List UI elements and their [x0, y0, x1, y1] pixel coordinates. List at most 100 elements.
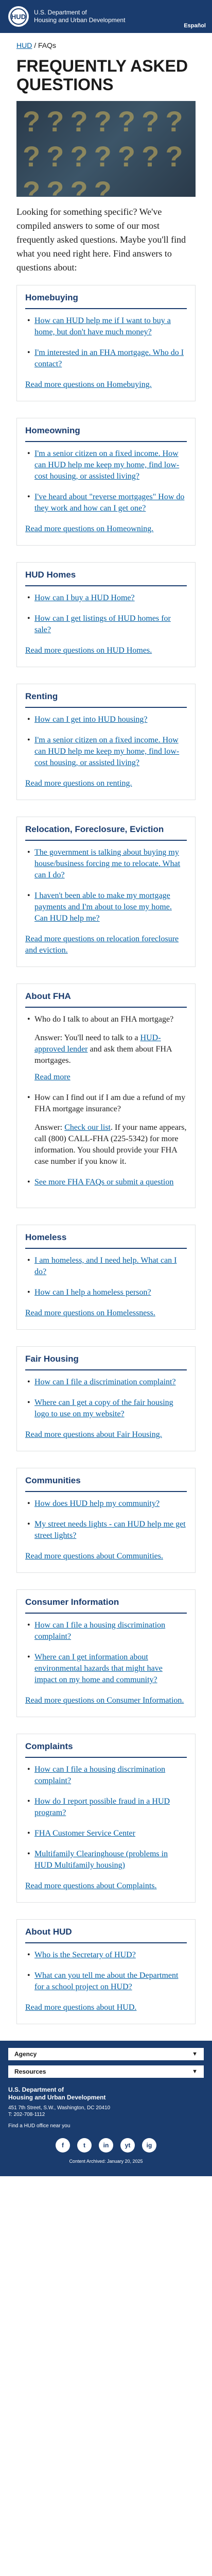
- content-archived-note: Content Archived: January 20, 2025: [69, 2159, 143, 2164]
- hud-seal-logo[interactable]: HUD: [8, 6, 29, 27]
- footer-agency-line2: Housing and Urban Development: [8, 2094, 106, 2101]
- list-item: I'm a senior citizen on a fixed income. …: [25, 735, 187, 769]
- footer-accordion-agency[interactable]: Agency ▼: [8, 2048, 204, 2060]
- linkedin-icon[interactable]: in: [99, 2138, 113, 2153]
- page-title: FREQUENTLY ASKED QUESTIONS: [16, 57, 188, 94]
- facebook-icon[interactable]: f: [56, 2138, 70, 2153]
- question-link[interactable]: How can I file a housing discrimination …: [34, 1621, 165, 1641]
- question-link[interactable]: FHA Customer Service Center: [34, 1829, 135, 1838]
- faq-card-complaints: Complaints How can I file a housing discr…: [16, 1734, 196, 1903]
- read-more-link[interactable]: Read more questions on Homebuying.: [25, 379, 187, 391]
- read-more-link[interactable]: Read more questions on HUD Homes.: [25, 645, 187, 656]
- hud-seal-text: HUD: [10, 8, 27, 25]
- twitter-icon[interactable]: t: [77, 2138, 92, 2153]
- question-link[interactable]: Who is the Secretary of HUD?: [34, 1951, 136, 1959]
- question-link[interactable]: Multifamily Clearinghouse (problems in H…: [34, 1850, 168, 1870]
- question-link[interactable]: I am homeless, and I need help. What can…: [34, 1256, 177, 1276]
- see-more-fha-faqs-link[interactable]: See more FHA FAQs or submit a question: [34, 1178, 173, 1187]
- find-office-link[interactable]: Find a HUD office near you: [8, 2123, 204, 2129]
- question-link[interactable]: How do I report possible fraud in a HUD …: [34, 1797, 170, 1817]
- read-more-link[interactable]: Read more questions on renting.: [25, 778, 187, 789]
- question-list: I am homeless, and I need help. What can…: [25, 1255, 187, 1298]
- question-link[interactable]: I've heard about "reverse mortgages" How…: [34, 493, 184, 513]
- read-more-link[interactable]: Read more: [34, 1072, 187, 1083]
- breadcrumb-home-link[interactable]: HUD: [16, 41, 32, 49]
- question-list: How does HUD help my community? My street…: [25, 1498, 187, 1541]
- question-link[interactable]: How can I get listings of HUD homes for …: [34, 614, 171, 634]
- list-item: How can I file a housing discrimination …: [25, 1620, 187, 1642]
- footer-agency-name: U.S. Department of Housing and Urban Dev…: [8, 2086, 204, 2102]
- hero-image-question-marks: ?????? ?????? ??????: [16, 101, 196, 197]
- question-link[interactable]: How can I file a housing discrimination …: [34, 1765, 165, 1785]
- question-list: How can I file a housing discrimination …: [25, 1764, 187, 1871]
- list-item: I'm interested in an FHA mortgage. Who d…: [25, 347, 187, 370]
- list-item: Who is the Secretary of HUD?: [25, 1950, 187, 1961]
- question-link[interactable]: The government is talking about buying m…: [34, 848, 180, 879]
- agency-name[interactable]: U.S. Department of Housing and Urban Dev…: [34, 9, 125, 24]
- question-list: How can I file a discrimination complain…: [25, 1377, 187, 1420]
- footer-accordion-resources[interactable]: Resources ▼: [8, 2065, 204, 2078]
- list-item: How does HUD help my community?: [25, 1498, 187, 1510]
- list-item: How can I file a discrimination complain…: [25, 1377, 187, 1388]
- chevron-down-icon: ▼: [192, 2051, 198, 2057]
- breadcrumb-separator: /: [32, 41, 39, 49]
- faq-card-title: Communities: [25, 1476, 187, 1492]
- question-link[interactable]: What can you tell me about the Departmen…: [34, 1971, 178, 1991]
- question-link[interactable]: I'm interested in an FHA mortgage. Who d…: [34, 348, 184, 368]
- question-link[interactable]: Where can I get information about enviro…: [34, 1653, 163, 1684]
- list-item: I am homeless, and I need help. What can…: [25, 1255, 187, 1278]
- list-item: See more FHA FAQs or submit a question: [25, 1177, 187, 1188]
- faq-card-title: About FHA: [25, 991, 187, 1008]
- footer-address: 451 7th Street, S.W., Washington, DC 204…: [8, 2105, 111, 2111]
- question-list: Who is the Secretary of HUD? What can you…: [25, 1950, 187, 1993]
- question-link[interactable]: I haven't been able to make my mortgage …: [34, 891, 172, 923]
- question-link[interactable]: How can HUD help me if I want to buy a h…: [34, 316, 171, 336]
- list-item: Multifamily Clearinghouse (problems in H…: [25, 1849, 187, 1871]
- question-mark-pattern: ?????? ?????? ??????: [23, 105, 183, 197]
- instagram-icon[interactable]: ig: [142, 2138, 156, 2153]
- read-more-link[interactable]: Read more questions about Communities.: [25, 1551, 187, 1562]
- site-footer: Agency ▼ Resources ▼ U.S. Department of …: [0, 2041, 212, 2176]
- read-more-link[interactable]: Read more questions on Consumer Informat…: [25, 1695, 187, 1706]
- question-list: How can I get into HUD housing? I'm a sen…: [25, 714, 187, 769]
- list-item: What can you tell me about the Departmen…: [25, 1970, 187, 1993]
- question-link[interactable]: How does HUD help my community?: [34, 1499, 160, 1508]
- list-item: How can I help a homeless person?: [25, 1287, 187, 1298]
- faq-card-title: HUD Homes: [25, 570, 187, 586]
- question-link[interactable]: How can I help a homeless person?: [34, 1288, 151, 1297]
- answer-prefix: Answer: You'll need to talk to a: [34, 1033, 140, 1042]
- question-link[interactable]: How can I file a discrimination complain…: [34, 1378, 176, 1386]
- question-link[interactable]: How can I buy a HUD Home?: [34, 594, 135, 602]
- read-more-link[interactable]: Read more questions about Fair Housing.: [25, 1429, 187, 1440]
- question-link[interactable]: Where can I get a copy of the fair housi…: [34, 1398, 173, 1418]
- footer-phone: T: 202-708-1112: [8, 2112, 45, 2117]
- check-our-list-link[interactable]: Check our list: [64, 1123, 111, 1132]
- breadcrumb: HUD / FAQs: [16, 33, 196, 49]
- intro-paragraph: Looking for something specific? We've co…: [16, 207, 186, 273]
- social-links: f t in yt ig: [8, 2138, 204, 2153]
- question-text: How can I find out if I am due a refund …: [34, 1093, 186, 1113]
- language-toggle-link[interactable]: Español: [184, 23, 206, 29]
- question-link[interactable]: My street needs lights - can HUD help me…: [34, 1520, 186, 1540]
- read-more-link[interactable]: Read more questions on Homelessness.: [25, 1308, 187, 1319]
- faq-card-title: Relocation, Foreclosure, Eviction: [25, 824, 187, 841]
- list-item: Where can I get a copy of the fair housi…: [25, 1397, 187, 1420]
- list-item: My street needs lights - can HUD help me…: [25, 1519, 187, 1541]
- read-more-link[interactable]: Read more questions about HUD.: [25, 2002, 187, 2013]
- main-content: HUD / FAQs FREQUENTLY ASKED QUESTIONS ??…: [0, 33, 212, 2024]
- answer-text: Answer: Check our list. If your name app…: [34, 1122, 187, 1167]
- youtube-icon[interactable]: yt: [120, 2138, 135, 2153]
- list-item: How can I get into HUD housing?: [25, 714, 187, 725]
- read-more-link[interactable]: Read more questions about Complaints.: [25, 1880, 187, 1892]
- question-link[interactable]: How can I get into HUD housing?: [34, 715, 148, 724]
- footer-agency-line1: U.S. Department of: [8, 2086, 64, 2093]
- faq-card-about-hud: About HUD Who is the Secretary of HUD? Wha…: [16, 1919, 196, 2024]
- answer-text: Answer: You'll need to talk to a HUD-app…: [34, 1032, 187, 1066]
- faq-card-homeowning: Homeowning I'm a senior citizen on a fixe…: [16, 418, 196, 546]
- read-more-link[interactable]: Read more questions on Homeowning.: [25, 523, 187, 535]
- read-more-link[interactable]: Read more questions on relocation forecl…: [25, 934, 187, 956]
- question-link[interactable]: I'm a senior citizen on a fixed income. …: [34, 736, 179, 767]
- question-link[interactable]: I'm a senior citizen on a fixed income. …: [34, 449, 179, 481]
- list-item: I've heard about "reverse mortgages" How…: [25, 492, 187, 514]
- breadcrumb-current: FAQs: [38, 41, 57, 49]
